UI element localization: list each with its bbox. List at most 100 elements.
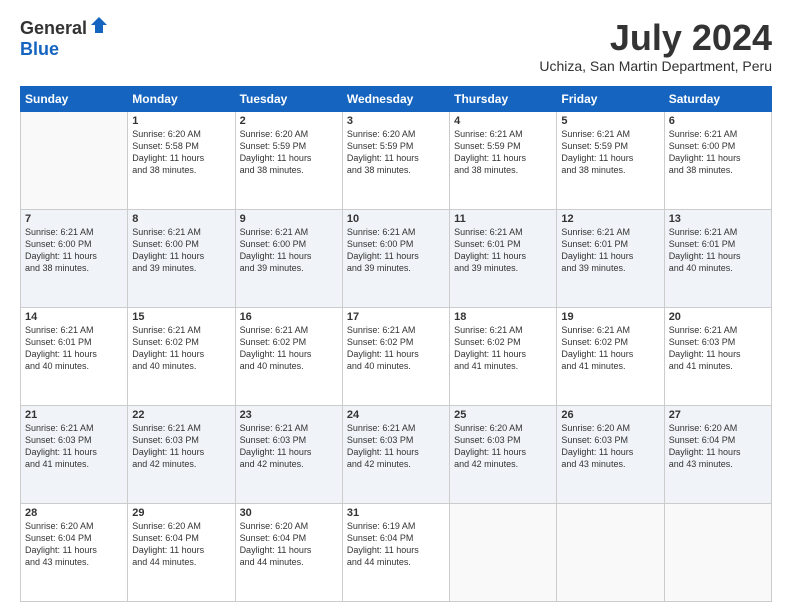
day-number: 23 — [240, 409, 338, 421]
day-info: Sunrise: 6:20 AM Sunset: 6:04 PM Dayligh… — [25, 520, 123, 569]
calendar-cell: 2Sunrise: 6:20 AM Sunset: 5:59 PM Daylig… — [235, 111, 342, 209]
day-number: 26 — [561, 409, 659, 421]
day-info: Sunrise: 6:21 AM Sunset: 6:01 PM Dayligh… — [561, 226, 659, 275]
calendar-cell: 6Sunrise: 6:21 AM Sunset: 6:00 PM Daylig… — [664, 111, 771, 209]
calendar-header-sunday: Sunday — [21, 86, 128, 111]
calendar-cell: 7Sunrise: 6:21 AM Sunset: 6:00 PM Daylig… — [21, 209, 128, 307]
calendar-cell — [21, 111, 128, 209]
day-info: Sunrise: 6:21 AM Sunset: 6:02 PM Dayligh… — [561, 324, 659, 373]
calendar-cell: 5Sunrise: 6:21 AM Sunset: 5:59 PM Daylig… — [557, 111, 664, 209]
calendar-header-tuesday: Tuesday — [235, 86, 342, 111]
calendar-header-thursday: Thursday — [450, 86, 557, 111]
day-info: Sunrise: 6:21 AM Sunset: 6:00 PM Dayligh… — [132, 226, 230, 275]
day-info: Sunrise: 6:20 AM Sunset: 6:03 PM Dayligh… — [454, 422, 552, 471]
title-section: July 2024 Uchiza, San Martin Department,… — [539, 18, 772, 74]
calendar-cell: 29Sunrise: 6:20 AM Sunset: 6:04 PM Dayli… — [128, 503, 235, 601]
calendar-header-monday: Monday — [128, 86, 235, 111]
day-number: 10 — [347, 213, 445, 225]
calendar-cell: 12Sunrise: 6:21 AM Sunset: 6:01 PM Dayli… — [557, 209, 664, 307]
calendar-header-wednesday: Wednesday — [342, 86, 449, 111]
calendar-cell: 23Sunrise: 6:21 AM Sunset: 6:03 PM Dayli… — [235, 405, 342, 503]
logo: General Blue — [20, 18, 109, 60]
calendar-week-row: 1Sunrise: 6:20 AM Sunset: 5:58 PM Daylig… — [21, 111, 772, 209]
day-info: Sunrise: 6:21 AM Sunset: 6:03 PM Dayligh… — [240, 422, 338, 471]
day-info: Sunrise: 6:20 AM Sunset: 6:04 PM Dayligh… — [669, 422, 767, 471]
calendar-header-saturday: Saturday — [664, 86, 771, 111]
calendar-cell: 17Sunrise: 6:21 AM Sunset: 6:02 PM Dayli… — [342, 307, 449, 405]
calendar-cell: 14Sunrise: 6:21 AM Sunset: 6:01 PM Dayli… — [21, 307, 128, 405]
calendar-week-row: 7Sunrise: 6:21 AM Sunset: 6:00 PM Daylig… — [21, 209, 772, 307]
calendar-cell: 3Sunrise: 6:20 AM Sunset: 5:59 PM Daylig… — [342, 111, 449, 209]
calendar-table: SundayMondayTuesdayWednesdayThursdayFrid… — [20, 86, 772, 602]
calendar-cell: 8Sunrise: 6:21 AM Sunset: 6:00 PM Daylig… — [128, 209, 235, 307]
calendar-cell — [450, 503, 557, 601]
day-info: Sunrise: 6:21 AM Sunset: 6:00 PM Dayligh… — [240, 226, 338, 275]
logo-blue-text: Blue — [20, 39, 59, 60]
day-info: Sunrise: 6:21 AM Sunset: 6:03 PM Dayligh… — [25, 422, 123, 471]
day-number: 7 — [25, 213, 123, 225]
day-number: 3 — [347, 115, 445, 127]
day-number: 12 — [561, 213, 659, 225]
calendar-cell: 31Sunrise: 6:19 AM Sunset: 6:04 PM Dayli… — [342, 503, 449, 601]
day-number: 21 — [25, 409, 123, 421]
logo-general-text: General — [20, 18, 87, 39]
month-title: July 2024 — [539, 18, 772, 58]
day-info: Sunrise: 6:19 AM Sunset: 6:04 PM Dayligh… — [347, 520, 445, 569]
calendar-header-row: SundayMondayTuesdayWednesdayThursdayFrid… — [21, 86, 772, 111]
page: General Blue July 2024 Uchiza, San Marti… — [0, 0, 792, 612]
day-info: Sunrise: 6:21 AM Sunset: 6:01 PM Dayligh… — [454, 226, 552, 275]
day-info: Sunrise: 6:21 AM Sunset: 6:02 PM Dayligh… — [240, 324, 338, 373]
calendar-week-row: 21Sunrise: 6:21 AM Sunset: 6:03 PM Dayli… — [21, 405, 772, 503]
day-number: 1 — [132, 115, 230, 127]
day-number: 18 — [454, 311, 552, 323]
calendar-header-friday: Friday — [557, 86, 664, 111]
day-info: Sunrise: 6:21 AM Sunset: 6:03 PM Dayligh… — [132, 422, 230, 471]
header: General Blue July 2024 Uchiza, San Marti… — [20, 18, 772, 74]
day-info: Sunrise: 6:21 AM Sunset: 5:59 PM Dayligh… — [561, 128, 659, 177]
calendar-cell: 20Sunrise: 6:21 AM Sunset: 6:03 PM Dayli… — [664, 307, 771, 405]
day-number: 11 — [454, 213, 552, 225]
day-info: Sunrise: 6:20 AM Sunset: 6:03 PM Dayligh… — [561, 422, 659, 471]
day-number: 5 — [561, 115, 659, 127]
day-info: Sunrise: 6:20 AM Sunset: 5:59 PM Dayligh… — [347, 128, 445, 177]
day-info: Sunrise: 6:20 AM Sunset: 6:04 PM Dayligh… — [132, 520, 230, 569]
day-number: 19 — [561, 311, 659, 323]
day-number: 25 — [454, 409, 552, 421]
day-number: 28 — [25, 507, 123, 519]
day-number: 6 — [669, 115, 767, 127]
calendar-week-row: 14Sunrise: 6:21 AM Sunset: 6:01 PM Dayli… — [21, 307, 772, 405]
calendar-week-row: 28Sunrise: 6:20 AM Sunset: 6:04 PM Dayli… — [21, 503, 772, 601]
day-number: 9 — [240, 213, 338, 225]
day-number: 13 — [669, 213, 767, 225]
day-number: 24 — [347, 409, 445, 421]
calendar-cell: 21Sunrise: 6:21 AM Sunset: 6:03 PM Dayli… — [21, 405, 128, 503]
day-number: 20 — [669, 311, 767, 323]
day-info: Sunrise: 6:21 AM Sunset: 6:02 PM Dayligh… — [347, 324, 445, 373]
day-number: 14 — [25, 311, 123, 323]
calendar-cell: 15Sunrise: 6:21 AM Sunset: 6:02 PM Dayli… — [128, 307, 235, 405]
day-info: Sunrise: 6:21 AM Sunset: 6:02 PM Dayligh… — [132, 324, 230, 373]
day-info: Sunrise: 6:21 AM Sunset: 6:03 PM Dayligh… — [347, 422, 445, 471]
calendar-cell: 22Sunrise: 6:21 AM Sunset: 6:03 PM Dayli… — [128, 405, 235, 503]
day-number: 4 — [454, 115, 552, 127]
day-info: Sunrise: 6:21 AM Sunset: 6:01 PM Dayligh… — [25, 324, 123, 373]
location-text: Uchiza, San Martin Department, Peru — [539, 58, 772, 74]
day-number: 15 — [132, 311, 230, 323]
calendar-cell: 26Sunrise: 6:20 AM Sunset: 6:03 PM Dayli… — [557, 405, 664, 503]
calendar-cell: 30Sunrise: 6:20 AM Sunset: 6:04 PM Dayli… — [235, 503, 342, 601]
calendar-cell: 11Sunrise: 6:21 AM Sunset: 6:01 PM Dayli… — [450, 209, 557, 307]
day-info: Sunrise: 6:21 AM Sunset: 6:03 PM Dayligh… — [669, 324, 767, 373]
day-info: Sunrise: 6:21 AM Sunset: 6:00 PM Dayligh… — [669, 128, 767, 177]
day-info: Sunrise: 6:21 AM Sunset: 6:00 PM Dayligh… — [25, 226, 123, 275]
calendar-cell: 13Sunrise: 6:21 AM Sunset: 6:01 PM Dayli… — [664, 209, 771, 307]
calendar-cell: 25Sunrise: 6:20 AM Sunset: 6:03 PM Dayli… — [450, 405, 557, 503]
day-number: 31 — [347, 507, 445, 519]
day-number: 30 — [240, 507, 338, 519]
calendar-cell: 1Sunrise: 6:20 AM Sunset: 5:58 PM Daylig… — [128, 111, 235, 209]
day-info: Sunrise: 6:21 AM Sunset: 6:00 PM Dayligh… — [347, 226, 445, 275]
day-number: 17 — [347, 311, 445, 323]
calendar-cell: 16Sunrise: 6:21 AM Sunset: 6:02 PM Dayli… — [235, 307, 342, 405]
calendar-cell — [664, 503, 771, 601]
day-info: Sunrise: 6:21 AM Sunset: 5:59 PM Dayligh… — [454, 128, 552, 177]
calendar-cell: 10Sunrise: 6:21 AM Sunset: 6:00 PM Dayli… — [342, 209, 449, 307]
